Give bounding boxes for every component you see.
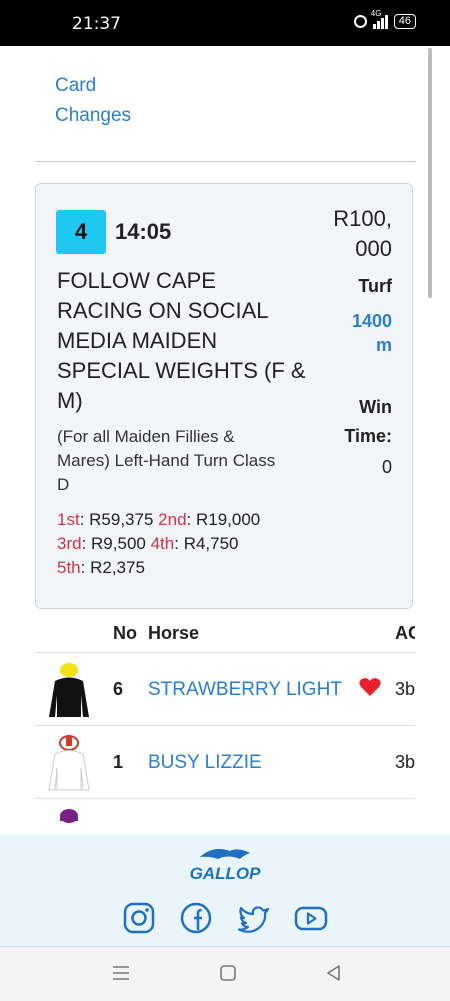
instagram-icon[interactable]: [122, 901, 156, 935]
menu-icon[interactable]: [111, 963, 131, 983]
prize-place: 1st: [57, 510, 80, 529]
back-icon[interactable]: [324, 963, 344, 983]
twitter-icon[interactable]: [237, 901, 271, 935]
footer: GALLOP: [0, 834, 450, 946]
runner-age: 3b: [395, 752, 416, 772]
gallop-logo[interactable]: GALLOP: [178, 843, 273, 883]
prize-money: 1st: R59,375 2nd: R19,000 3rd: R9,500 4t…: [57, 510, 261, 577]
signal-icon: 4G: [371, 9, 388, 29]
race-time: 14:05: [115, 219, 172, 244]
runner-number: 1: [113, 752, 124, 772]
horse-name-link[interactable]: BUSY LIZZIE: [148, 752, 262, 774]
prize-amount: R4,750: [183, 534, 239, 553]
facebook-icon[interactable]: [179, 901, 213, 935]
prize-amount: R2,375: [90, 558, 145, 577]
runners-table-header: No Horse AG: [0, 619, 450, 651]
status-icons: 4G 46: [353, 9, 416, 29]
prize-place: 4th: [150, 534, 175, 553]
prize-place: 3rd: [57, 534, 82, 553]
runner-age: 3b: [395, 679, 416, 699]
jockey-silks-icon: [48, 735, 90, 791]
prize-amount: R59,375: [89, 510, 154, 529]
status-time: 21:37: [72, 14, 121, 34]
race-details: R100,000 Turf 1400 m Win Time: 0: [332, 204, 392, 478]
prize-place: 2nd: [158, 510, 187, 529]
race-card: 4 14:05 FOLLOW CAPE RACING ON SOCIAL MED…: [35, 183, 413, 609]
table-row[interactable]: 1 BUSY LIZZIE 3b: [35, 725, 415, 799]
race-stake: R100,000: [333, 206, 392, 261]
logo-text: GALLOP: [190, 864, 261, 883]
heart-icon[interactable]: [359, 677, 381, 697]
jockey-silks-icon: [60, 809, 78, 823]
system-nav-bar: [0, 946, 450, 1001]
home-icon[interactable]: [218, 963, 238, 983]
race-title: FOLLOW CAPE RACING ON SOCIAL MEDIA MAIDE…: [57, 268, 306, 413]
page-content: Card Changes 4 14:05 FOLLOW CAPE RACING …: [0, 46, 450, 834]
column-no: No: [113, 623, 137, 643]
jockey-silks-icon: [49, 663, 89, 717]
card-changes-link[interactable]: Card: [55, 75, 96, 97]
prize-amount: R19,000: [195, 510, 261, 529]
network-type: 4G: [370, 8, 382, 18]
win-time-value: 0: [381, 457, 392, 477]
prize-amount: R9,500: [91, 534, 146, 553]
race-description: (For all Maiden Fillies & Mares) Left-Ha…: [57, 427, 276, 494]
alarm-icon: [353, 15, 367, 28]
race-surface: Turf: [358, 276, 392, 296]
race-distance[interactable]: 1400 m: [342, 309, 392, 357]
scrollbar[interactable]: [428, 48, 432, 298]
column-horse: Horse: [148, 623, 200, 643]
prize-place: 5th: [57, 558, 81, 577]
win-time-label: Win Time:: [344, 397, 392, 446]
youtube-icon[interactable]: [294, 901, 328, 935]
status-bar: 21:37 4G 46: [0, 0, 450, 46]
card-changes-link-line2[interactable]: Changes: [55, 105, 131, 127]
table-row[interactable]: 6 STRAWBERRY LIGHT 3b: [35, 652, 415, 726]
battery-icon: 46: [393, 14, 416, 29]
divider: [35, 161, 415, 162]
column-age: AG: [395, 623, 415, 643]
runner-number: 6: [113, 679, 124, 699]
race-number-badge: 4: [56, 210, 106, 254]
table-row[interactable]: [35, 798, 415, 834]
horse-name-link[interactable]: STRAWBERRY LIGHT: [148, 679, 342, 701]
